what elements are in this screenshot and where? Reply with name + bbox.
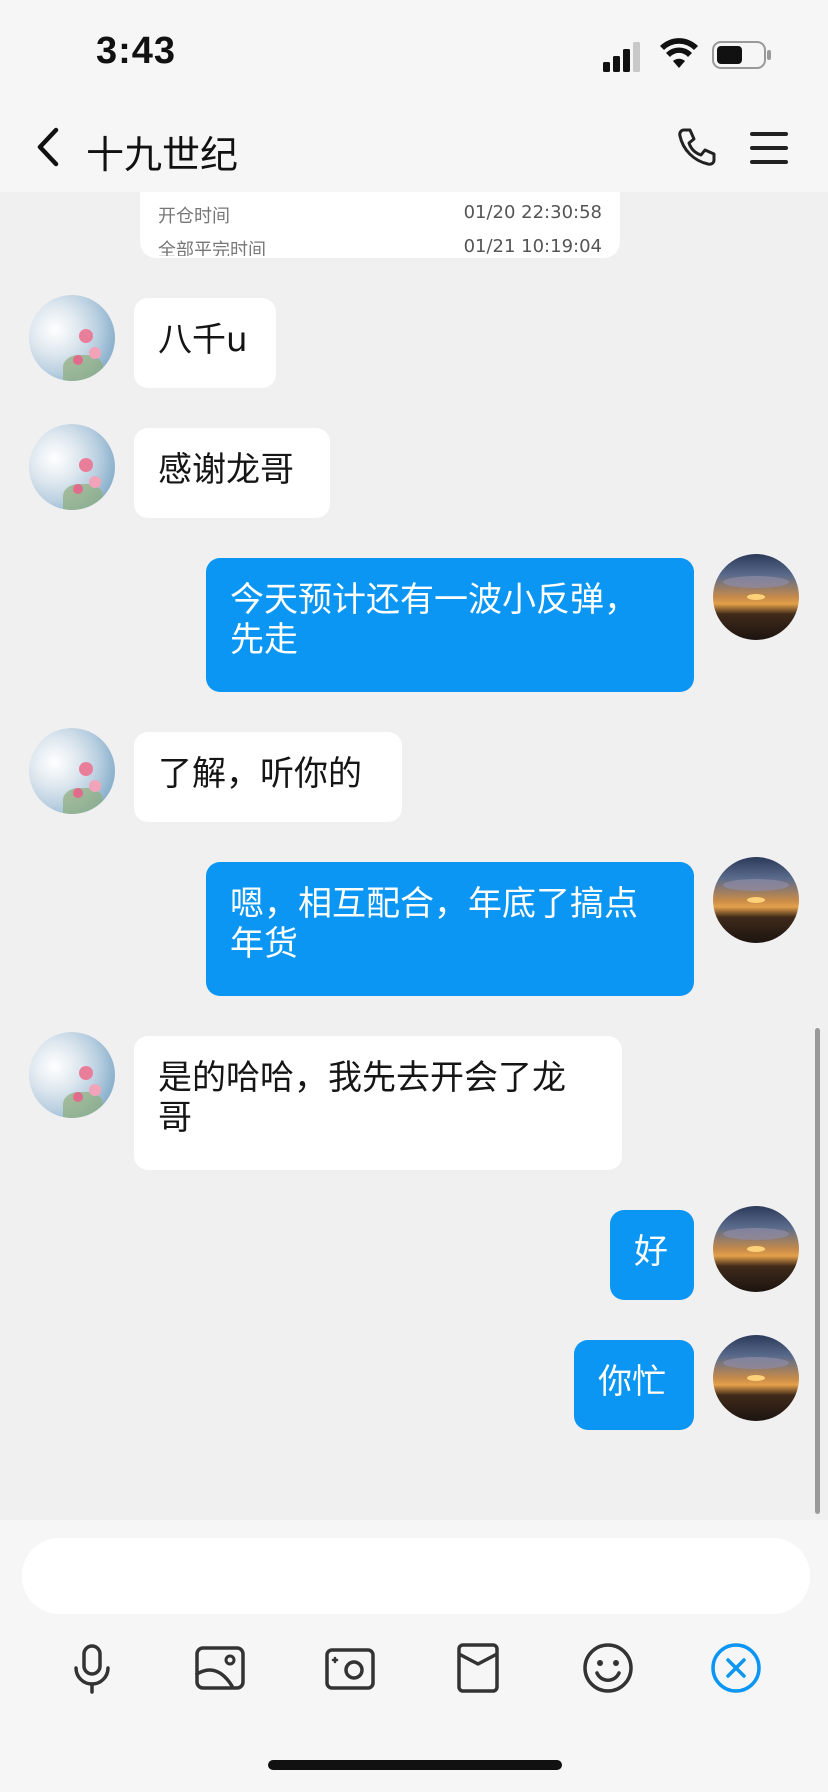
message-text: 八千u [158, 320, 248, 360]
message-bubble-sent[interactable]: 好 [610, 1210, 694, 1300]
chat-header: 十九世纪 [0, 100, 828, 192]
red-packet-button[interactable] [450, 1640, 506, 1696]
camera-icon [325, 1648, 375, 1690]
message-bubble-received[interactable]: 八千u [134, 298, 276, 388]
message-text: 嗯，相互配合，年底了搞点年货 [230, 884, 638, 964]
image-button[interactable] [192, 1640, 248, 1696]
red-packet-icon [457, 1643, 499, 1693]
trade-row-value: 01/21 10:19:04 [463, 236, 602, 256]
message-text: 感谢龙哥 [158, 450, 294, 490]
trade-row: 全部平完时间 01/21 10:19:04 [158, 236, 602, 256]
microphone-button[interactable] [64, 1640, 120, 1696]
contact-avatar[interactable] [29, 728, 115, 814]
user-avatar[interactable] [713, 857, 799, 943]
message-bubble-received[interactable]: 是的哈哈，我先去开会了龙哥 [134, 1036, 622, 1170]
back-arrow-icon[interactable] [30, 124, 66, 170]
emoji-icon [583, 1643, 633, 1693]
wifi-icon [660, 38, 698, 68]
image-icon [195, 1646, 245, 1690]
chat-screen: 3:43 十九世纪 开仓时间 01/20 22:30:58 全部平完时间 01/… [0, 0, 828, 1792]
status-bar: 3:43 [0, 0, 828, 100]
contact-avatar[interactable] [29, 424, 115, 510]
message-bubble-received[interactable]: 了解，听你的 [134, 732, 402, 822]
message-text: 好 [634, 1232, 668, 1272]
close-panel-button[interactable] [708, 1640, 764, 1696]
trade-row-value: 01/20 22:30:58 [463, 202, 602, 223]
user-avatar[interactable] [713, 554, 799, 640]
user-avatar[interactable] [713, 1335, 799, 1421]
message-bubble-sent[interactable]: 你忙 [574, 1340, 694, 1430]
camera-button[interactable] [322, 1640, 378, 1696]
message-bubble-sent[interactable]: 今天预计还有一波小反弹，先走 [206, 558, 694, 692]
phone-icon[interactable] [676, 126, 718, 168]
trade-row-label: 全部平完时间 [158, 240, 266, 256]
battery-icon [712, 41, 771, 69]
user-avatar[interactable] [713, 1206, 799, 1292]
trade-row-label: 开仓时间 [158, 206, 230, 227]
chat-title: 十九世纪 [86, 133, 239, 177]
contact-avatar[interactable] [29, 1032, 115, 1118]
status-time: 3:43 [96, 30, 177, 72]
message-text: 你忙 [598, 1362, 666, 1402]
close-circle-icon [711, 1643, 761, 1693]
message-bubble-received[interactable]: 感谢龙哥 [134, 428, 330, 518]
message-bubble-sent[interactable]: 嗯，相互配合，年底了搞点年货 [206, 862, 694, 996]
trade-info-card[interactable]: 开仓时间 01/20 22:30:58 全部平完时间 01/21 10:19:0… [140, 192, 620, 258]
message-input[interactable] [22, 1538, 810, 1614]
menu-icon[interactable] [748, 130, 790, 166]
scrollbar[interactable] [815, 1028, 820, 1514]
emoji-button[interactable] [580, 1640, 636, 1696]
trade-row: 开仓时间 01/20 22:30:58 [158, 202, 602, 228]
input-area [0, 1520, 828, 1792]
message-text: 今天预计还有一波小反弹，先走 [230, 580, 638, 660]
home-indicator[interactable] [268, 1760, 562, 1770]
microphone-icon [74, 1644, 110, 1694]
contact-avatar[interactable] [29, 295, 115, 381]
message-text: 是的哈哈，我先去开会了龙哥 [158, 1058, 566, 1138]
message-text: 了解，听你的 [158, 754, 362, 794]
signal-icon [603, 42, 640, 72]
